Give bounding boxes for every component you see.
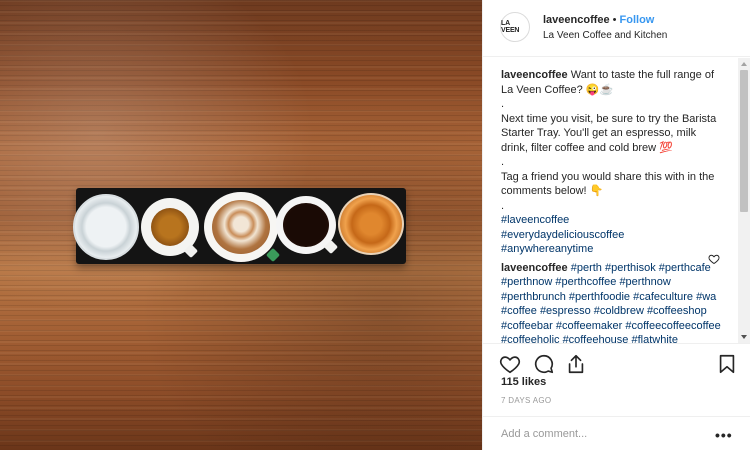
likes-count[interactable]: 115 likes <box>501 376 546 388</box>
caption-hashtags: #laveencoffee #everydaydeliciouscoffee #… <box>501 213 726 257</box>
add-comment-bar: ••• <box>483 416 750 450</box>
comments-list[interactable]: laveencoffee Want to taste the full rang… <box>483 58 739 343</box>
hashtag-link[interactable]: #anywhereanytime <box>501 242 726 257</box>
comment-like-icon[interactable] <box>708 253 720 265</box>
add-comment-input[interactable] <box>501 426 701 442</box>
caption-dot: . <box>501 199 505 212</box>
caption-line-3: Tag a friend you would share this with i… <box>501 170 715 198</box>
bookmark-icon[interactable] <box>716 353 738 375</box>
hashtag-link[interactable]: #everydaydeliciouscoffee <box>501 228 726 243</box>
comment-username[interactable]: laveencoffee <box>501 262 568 274</box>
scroll-down-arrow-icon[interactable] <box>738 333 750 341</box>
scroll-thumb[interactable] <box>740 70 748 212</box>
avatar-logo-text: LA VEEN <box>501 20 520 34</box>
share-icon[interactable] <box>565 353 587 375</box>
comment-icon[interactable] <box>533 353 555 375</box>
caption-username[interactable]: laveencoffee <box>501 69 568 81</box>
header-separator: • <box>612 14 617 26</box>
scroll-up-arrow-icon[interactable] <box>738 60 750 68</box>
milk-drink-cup <box>204 192 278 262</box>
post-timestamp[interactable]: 7 DAYS AGO <box>501 396 551 405</box>
hashtag-link[interactable]: #laveencoffee <box>501 213 726 228</box>
avatar[interactable]: LA VEEN <box>500 12 530 42</box>
cold-brew-glass <box>73 194 139 260</box>
comment-hashtags-first[interactable]: #perth #perthisok <box>571 262 656 274</box>
more-options-icon[interactable]: ••• <box>715 427 733 443</box>
post-side-panel: LA VEEN laveencoffee • Follow La Veen Coff… <box>482 0 750 450</box>
caption: laveencoffee Want to taste the full rang… <box>501 68 726 97</box>
post-photo[interactable] <box>0 0 482 450</box>
header-user-line: laveencoffee • Follow <box>543 14 654 26</box>
comments-scrollbar[interactable] <box>738 58 750 343</box>
comment-item: laveencoffee #perth #perthisok #perthcaf… <box>501 261 726 344</box>
location-link[interactable]: La Veen Coffee and Kitchen <box>543 30 667 41</box>
caption-line-2: Next time you visit, be sure to try the … <box>501 112 717 154</box>
heart-icon[interactable] <box>499 353 521 375</box>
caption-dot: . <box>501 156 505 168</box>
cold-brew-cup <box>338 193 404 255</box>
header-username[interactable]: laveencoffee <box>543 14 610 26</box>
caption-dot: . <box>501 98 505 110</box>
follow-button[interactable]: Follow <box>620 14 655 26</box>
post-header: LA VEEN laveencoffee • Follow La Veen Coff… <box>483 0 750 57</box>
